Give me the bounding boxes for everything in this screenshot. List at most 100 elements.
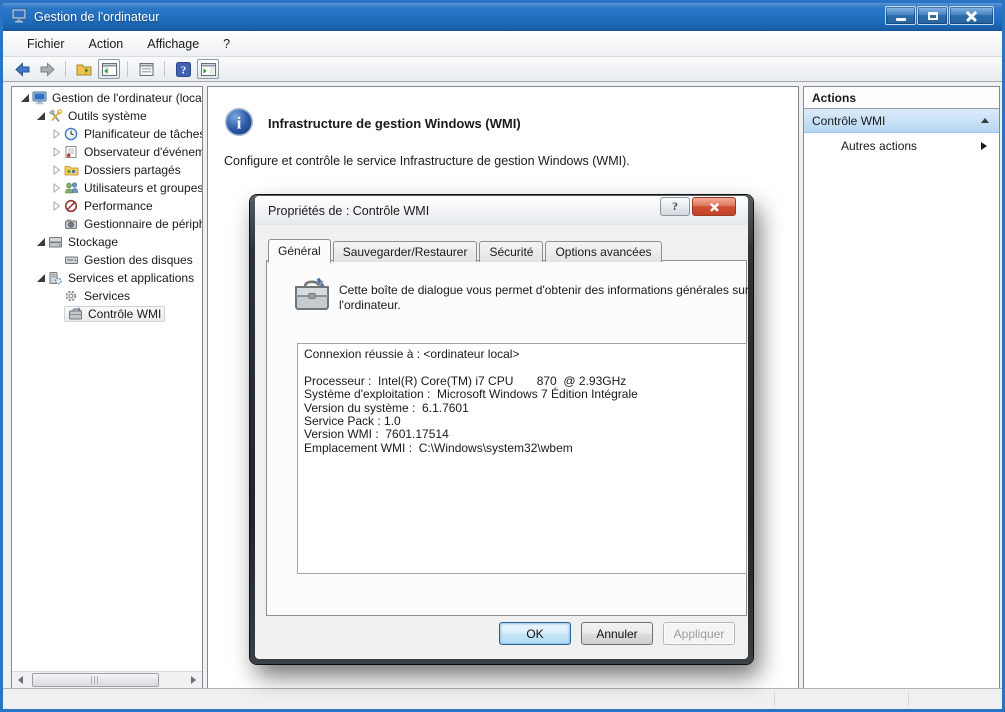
tree-item-observateur[interactable]: Observateur d'événeme — [12, 143, 202, 161]
info-line-connection: Connexion réussie à : <ordinateur local> — [304, 348, 740, 361]
apply-button: Appliquer — [663, 622, 735, 645]
wmi-pane-title: Infrastructure de gestion Windows (WMI) — [268, 116, 521, 131]
tree-item-computer-management[interactable]: Gestion de l'ordinateur (local) — [12, 89, 202, 107]
collapsed-arrow-icon[interactable] — [53, 129, 61, 139]
dialog-close-button[interactable] — [692, 197, 736, 216]
show-action-pane-icon — [200, 62, 217, 77]
tree-item-label: Gestion des disques — [84, 253, 193, 267]
tree-item-label: Gestionnaire de périphé — [84, 217, 202, 231]
disk-management-icon — [64, 253, 81, 267]
close-button[interactable] — [949, 6, 994, 25]
forward-button[interactable] — [36, 59, 58, 79]
help-button[interactable]: ? — [172, 59, 194, 79]
computer-management-window: Gestion de l'ordinateur Fichier Action A… — [0, 0, 1005, 712]
submenu-arrow-icon — [981, 142, 987, 150]
show-console-tree-icon — [101, 62, 118, 77]
tree-item-dossiers-partages[interactable]: Dossiers partagés — [12, 161, 202, 179]
tab-options-avancees[interactable]: Options avancées — [545, 241, 661, 262]
tab-securite[interactable]: Sécurité — [479, 241, 543, 262]
back-button[interactable] — [11, 59, 33, 79]
collapsed-arrow-icon[interactable] — [53, 201, 61, 211]
toolbar: ? — [3, 57, 1002, 82]
toolbar-separator — [65, 61, 66, 77]
menu-fichier[interactable]: Fichier — [15, 34, 77, 54]
services-applications-icon — [48, 271, 65, 285]
scroll-right-arrow[interactable] — [185, 672, 202, 688]
collapsed-arrow-icon[interactable] — [53, 165, 61, 175]
info-line-blank — [304, 361, 740, 374]
services-gear-icon — [64, 289, 81, 303]
console-tree: Gestion de l'ordinateur (local) Outils s… — [12, 89, 202, 669]
window-title: Gestion de l'ordinateur — [34, 10, 159, 24]
back-arrow-icon — [14, 62, 31, 77]
expanded-arrow-icon[interactable] — [21, 94, 29, 102]
info-line-service-pack: Service Pack : 1.0 — [304, 415, 740, 428]
scrollbar-grip-icon — [91, 676, 100, 684]
actions-header: Actions — [804, 87, 999, 109]
tree-item-planificateur[interactable]: Planificateur de tâches — [12, 125, 202, 143]
tab-sauvegarder-restaurer[interactable]: Sauvegarder/Restaurer — [333, 241, 478, 262]
menu-bar: Fichier Action Affichage ? — [3, 31, 1002, 57]
event-viewer-icon — [64, 145, 81, 159]
computer-icon — [32, 91, 49, 105]
tree-item-gestionnaire-peripheriques[interactable]: Gestionnaire de périphé — [12, 215, 202, 233]
ok-button[interactable]: OK — [499, 622, 571, 645]
tab-general[interactable]: Général — [268, 239, 331, 263]
dialog-help-button[interactable]: ? — [660, 197, 690, 216]
export-list-button[interactable] — [73, 59, 95, 79]
status-separator — [774, 692, 775, 706]
info-line-wmi-location: Emplacement WMI : C:\Windows\system32\wb… — [304, 442, 740, 455]
tree-item-stockage[interactable]: Stockage — [12, 233, 202, 251]
dialog-intro-text: Cette boîte de dialogue vous permet d'ob… — [339, 283, 751, 313]
collapsed-arrow-icon[interactable] — [53, 183, 61, 193]
window-titlebar[interactable]: Gestion de l'ordinateur — [3, 3, 1002, 31]
tree-item-label: Stockage — [68, 235, 118, 249]
toolbox-icon — [293, 277, 331, 316]
expanded-arrow-icon[interactable] — [37, 274, 45, 282]
expanded-arrow-icon[interactable] — [37, 112, 45, 120]
collapse-group-icon[interactable] — [981, 118, 989, 123]
export-list-icon — [76, 62, 93, 77]
tab-page-general: Cette boîte de dialogue vous permet d'ob… — [266, 260, 747, 616]
status-separator — [908, 692, 909, 706]
svg-text:i: i — [237, 114, 242, 133]
local-users-groups-icon — [64, 181, 81, 195]
tree-item-label: Observateur d'événeme — [84, 145, 202, 159]
menu-help[interactable]: ? — [211, 34, 242, 54]
tree-item-services-applications[interactable]: Services et applications — [12, 269, 202, 287]
properties-button[interactable] — [135, 59, 157, 79]
tree-item-label: Dossiers partagés — [84, 163, 181, 177]
menu-affichage[interactable]: Affichage — [135, 34, 211, 54]
info-line-os: Système d'exploitation : Microsoft Windo… — [304, 388, 740, 401]
app-icon — [11, 8, 27, 26]
tree-item-label: Contrôle WMI — [88, 307, 161, 321]
tree-item-services[interactable]: Services — [12, 287, 202, 305]
tree-item-utilisateurs-groupes[interactable]: Utilisateurs et groupes l — [12, 179, 202, 197]
tree-item-gestion-disques[interactable]: Gestion des disques — [12, 251, 202, 269]
actions-item-autres-actions[interactable]: Autres actions — [804, 133, 999, 159]
scroll-left-arrow[interactable] — [12, 672, 29, 688]
menu-action[interactable]: Action — [77, 34, 136, 54]
minimize-button[interactable] — [885, 6, 916, 25]
actions-group-controle-wmi[interactable]: Contrôle WMI — [804, 109, 999, 133]
maximize-button[interactable] — [917, 6, 948, 25]
tree-horizontal-scrollbar[interactable] — [12, 671, 202, 688]
tree-item-performance[interactable]: Performance — [12, 197, 202, 215]
status-bar — [3, 688, 1002, 709]
tree-item-outils-systeme[interactable]: Outils système — [12, 107, 202, 125]
scrollbar-thumb[interactable] — [32, 673, 159, 687]
wmi-info-panel: Connexion réussie à : <ordinateur local>… — [297, 343, 747, 574]
tree-item-label: Planificateur de tâches — [84, 127, 202, 141]
collapsed-arrow-icon[interactable] — [53, 147, 61, 157]
console-tree-panel: Gestion de l'ordinateur (local) Outils s… — [11, 86, 203, 689]
show-console-tree-button[interactable] — [98, 59, 120, 79]
cancel-button[interactable]: Annuler — [581, 622, 653, 645]
close-icon — [710, 202, 719, 211]
info-line-wmi-version: Version WMI : 7601.17514 — [304, 428, 740, 441]
show-action-pane-button[interactable] — [197, 59, 219, 79]
actions-pane: Actions Contrôle WMI Autres actions — [803, 86, 1000, 689]
expanded-arrow-icon[interactable] — [37, 238, 45, 246]
storage-icon — [48, 235, 65, 249]
tree-item-controle-wmi[interactable]: Contrôle WMI — [12, 305, 202, 323]
properties-window-icon — [138, 62, 155, 77]
